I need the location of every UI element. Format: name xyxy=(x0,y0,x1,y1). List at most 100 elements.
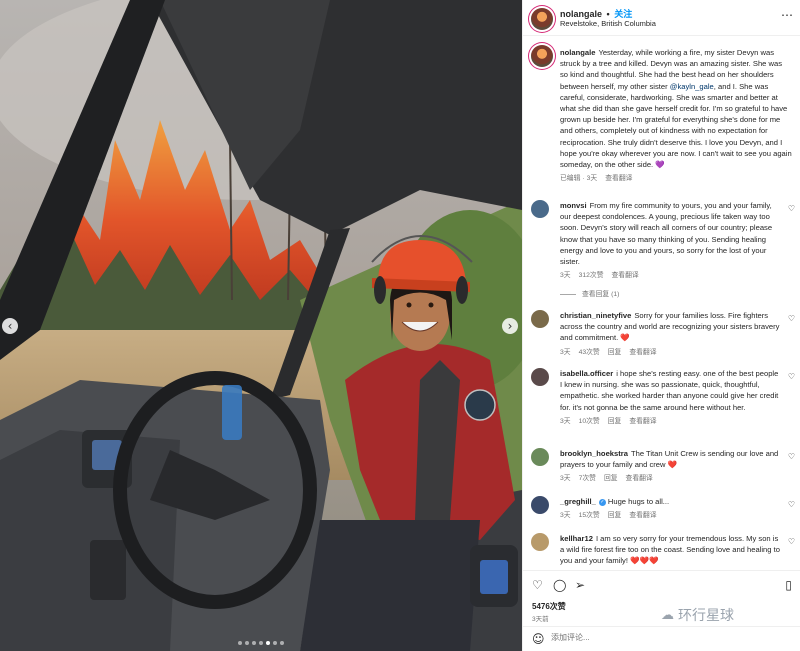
post-photo: ‹ › xyxy=(0,0,522,651)
comment-heart-icon[interactable]: ♡ xyxy=(788,204,795,213)
comment-translate-link[interactable]: 查看翻译 xyxy=(626,475,653,482)
commenter-username[interactable]: kellhar12 xyxy=(560,534,593,543)
comment-translate-link[interactable]: 查看翻译 xyxy=(629,349,656,356)
post-actions: ♡ ◯ ➢ ▯ 5476次赞 3天前 ☁ 环行星球 xyxy=(523,570,800,625)
heart-outline-icon[interactable]: ♡ xyxy=(532,578,543,592)
commenter-avatar[interactable] xyxy=(531,200,549,218)
commenter-username[interactable]: christian_ninetyfive xyxy=(560,311,631,320)
comment-text: monvsi From my fire community to yours, y… xyxy=(560,200,782,301)
meta-dot: · xyxy=(582,175,585,183)
comment-likes[interactable]: 7次赞 xyxy=(579,475,596,482)
replies-line xyxy=(560,294,576,296)
comment-text: brooklyn_hoekstra The Titan Unit Crew is … xyxy=(560,448,782,485)
watermark-logo-icon: ☁ xyxy=(661,607,674,623)
header-separator: • xyxy=(606,9,610,19)
author-avatar[interactable] xyxy=(531,8,553,30)
comment-age: 3天 xyxy=(560,512,571,520)
red-heart-emoji: ❤️ xyxy=(620,333,630,343)
edited-label: 已编辑 xyxy=(560,175,581,183)
carousel-dot xyxy=(238,641,242,645)
comment-text: isabella.officer i hope she's resting eas… xyxy=(560,368,782,427)
bookmark-icon[interactable]: ▯ xyxy=(785,578,792,592)
commenter-username[interactable]: isabella.officer xyxy=(560,369,613,378)
commenter-username[interactable]: _greghill_ xyxy=(560,497,596,506)
share-icon[interactable]: ➢ xyxy=(575,578,585,592)
commenter-avatar[interactable] xyxy=(531,448,549,466)
comment-meta: 3天 10次赞 回复 查看翻译 xyxy=(560,416,782,427)
comment-age: 3天 xyxy=(560,272,571,280)
comment-likes[interactable]: 15次赞 xyxy=(579,512,600,519)
carousel-dot xyxy=(280,641,284,645)
caption-avatar[interactable] xyxy=(531,45,553,67)
caption-text: nolangale Yesterday, while working a fire… xyxy=(560,47,792,184)
comment-heart-icon[interactable]: ♡ xyxy=(788,500,795,509)
comments-section[interactable]: nolangale Yesterday, while working a fire… xyxy=(523,37,800,570)
post-date: 3天前 xyxy=(532,616,549,623)
commenter-avatar[interactable] xyxy=(531,496,549,514)
verified-badge-icon: ✓ xyxy=(598,498,606,506)
commenter-avatar[interactable] xyxy=(531,368,549,386)
emoji-picker-icon[interactable]: ☺ xyxy=(532,632,545,646)
caption-mention[interactable]: @kayln_gale xyxy=(670,82,714,91)
comment-translate-link[interactable]: 查看翻译 xyxy=(612,272,639,279)
red-heart-emoji: ❤️❤️❤️ xyxy=(630,556,659,566)
comment-likes[interactable]: 312次赞 xyxy=(579,272,604,279)
like-count[interactable]: 5476次赞 xyxy=(532,601,566,612)
red-heart-emoji: ❤️ xyxy=(667,460,678,470)
comment-likes[interactable]: 10次赞 xyxy=(579,418,600,425)
comment-meta: 3天 43次赞 回复 查看翻译 xyxy=(560,347,782,358)
comment-reply-button[interactable]: 回复 xyxy=(608,418,622,425)
carousel-dot xyxy=(252,641,256,645)
view-replies-label: 查看回复 (1) xyxy=(582,291,620,299)
add-comment-input[interactable] xyxy=(551,633,751,642)
comment-heart-icon[interactable]: ♡ xyxy=(788,372,795,381)
follow-button[interactable]: 关注 xyxy=(614,9,632,19)
post-header: nolangale • 关注 Revelstoke, British Colum… xyxy=(523,0,800,36)
comment-meta: 3天 15次赞 回复 查看翻译 xyxy=(560,510,782,521)
post-location[interactable]: Revelstoke, British Columbia xyxy=(560,19,656,28)
more-horizontal-icon[interactable]: ⋯ xyxy=(781,8,793,22)
post-details-panel: nolangale • 关注 Revelstoke, British Colum… xyxy=(522,0,800,651)
previous-photo-button[interactable]: ‹ xyxy=(2,318,18,334)
comment-text: _greghill_ ✓ Huge hugs to all... 3天 15次赞 回复查… xyxy=(560,496,782,521)
commenter-avatar[interactable] xyxy=(531,533,549,551)
caption-body-2: , and I. She was careful, considerate, h… xyxy=(560,81,792,170)
comment-reply-button[interactable]: 回复 xyxy=(608,512,622,519)
caption-username[interactable]: nolangale xyxy=(560,48,595,57)
carousel-dot xyxy=(245,641,249,645)
comment-text: christian_ninetyfive Sorry for your famil… xyxy=(560,310,782,358)
comment-reply-button[interactable]: 回复 xyxy=(608,349,622,356)
carousel-dot xyxy=(266,641,270,645)
carousel-dot xyxy=(259,641,263,645)
comment-heart-icon[interactable]: ♡ xyxy=(788,537,795,546)
caption-age: 3天 xyxy=(586,175,598,183)
comment-text: kellhar12 I am so very sorry for your tre… xyxy=(560,533,782,567)
carousel-dots xyxy=(238,641,284,645)
comment-body: Huge hugs to all... xyxy=(607,497,670,506)
caption-translate-link[interactable]: 查看翻译 xyxy=(605,175,632,182)
comment-heart-icon[interactable]: ♡ xyxy=(788,452,795,461)
purple-heart-emoji: 💜 xyxy=(655,160,665,170)
comment-age: 3天 xyxy=(560,475,571,483)
comment-meta: 3天 7次赞 回复 查看翻译 xyxy=(560,473,782,484)
comment-age: 3天 xyxy=(560,417,571,425)
add-comment-bar: ☺ xyxy=(523,626,800,651)
next-photo-button[interactable]: › xyxy=(502,318,518,334)
commenter-username[interactable]: monvsi xyxy=(560,201,587,210)
comment-heart-icon[interactable]: ♡ xyxy=(788,314,795,323)
comment-likes[interactable]: 43次赞 xyxy=(579,349,600,356)
commenter-username[interactable]: brooklyn_hoekstra xyxy=(560,449,628,458)
comment-translate-link[interactable]: 查看翻译 xyxy=(629,512,656,519)
photo-illustration xyxy=(0,0,522,651)
comment-age: 3天 xyxy=(560,348,571,356)
commenter-avatar[interactable] xyxy=(531,310,549,328)
watermark-text: 环行星球 xyxy=(678,607,734,623)
caption-meta: 已编辑 · 3天 查看翻译 xyxy=(560,173,792,184)
view-replies-button[interactable]: 查看回复 (1) xyxy=(560,289,782,300)
watermark: ☁ 环行星球 xyxy=(661,605,734,625)
comment-meta: 3天 312次赞 查看翻译 xyxy=(560,270,782,281)
comment-translate-link[interactable]: 查看翻译 xyxy=(629,418,656,425)
comment-reply-button[interactable]: 回复 xyxy=(604,475,618,482)
comment-icon[interactable]: ◯ xyxy=(553,578,566,592)
author-username[interactable]: nolangale xyxy=(560,9,602,19)
